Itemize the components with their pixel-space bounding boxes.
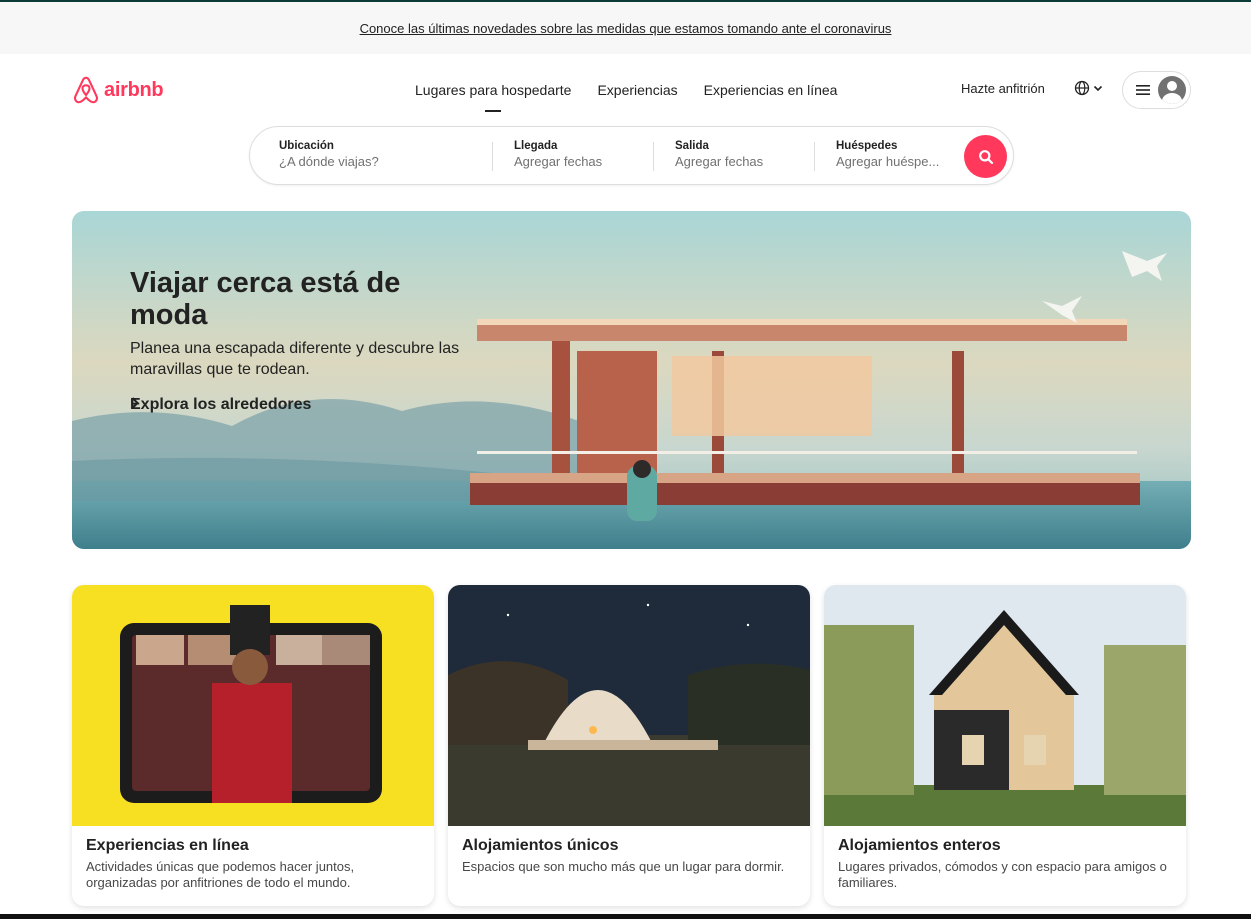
card-description: Lugares privados, cómodos y con espacio … bbox=[838, 859, 1167, 890]
explore-nearby-link[interactable]: Explora los alrededores bbox=[130, 396, 311, 414]
hamburger-icon bbox=[1136, 85, 1150, 95]
card-description: Espacios que son mucho más que un lugar … bbox=[462, 859, 785, 874]
search-icon bbox=[978, 149, 993, 164]
hero-subtitle: Planea una escapada diferente y descubre… bbox=[130, 340, 460, 378]
checkout-field[interactable]: Salida Agregar fechas bbox=[675, 127, 815, 186]
airbnb-logo[interactable]: airbnb bbox=[72, 75, 164, 105]
tab-stays[interactable]: Lugares para hospedarte bbox=[402, 76, 584, 104]
location-input[interactable]: ¿A dónde viajas? bbox=[279, 154, 489, 169]
tab-experiences[interactable]: Experiencias bbox=[584, 76, 690, 104]
header: airbnb Lugares para hospedarte Experienc… bbox=[0, 54, 1251, 126]
airbnb-logo-icon bbox=[73, 76, 99, 104]
card-title: Experiencias en línea bbox=[86, 837, 249, 854]
card-entire-homes[interactable]: Alojamientos enteros Lugares privados, c… bbox=[824, 585, 1186, 906]
guests-value: Agregar huéspe... bbox=[836, 154, 940, 169]
card-title: Alojamientos enteros bbox=[838, 837, 1001, 854]
tab-online-experiences[interactable]: Experiencias en línea bbox=[691, 76, 851, 104]
checkin-value: Agregar fechas bbox=[514, 154, 603, 169]
divider bbox=[814, 142, 815, 171]
language-selector[interactable] bbox=[1074, 80, 1103, 96]
location-label: Ubicación bbox=[279, 140, 334, 152]
guests-label: Huéspedes bbox=[836, 140, 898, 152]
main-nav: Lugares para hospedarte Experiencias Exp… bbox=[402, 76, 850, 104]
checkin-field[interactable]: Llegada Agregar fechas bbox=[514, 127, 654, 186]
covid-banner: Conoce las últimas novedades sobre las m… bbox=[0, 2, 1251, 54]
checkout-label: Salida bbox=[675, 140, 709, 152]
location-field[interactable]: Ubicación ¿A dónde viajas? bbox=[279, 127, 489, 186]
search-button[interactable] bbox=[964, 135, 1007, 178]
checkout-value: Agregar fechas bbox=[675, 154, 764, 169]
explore-nearby-label: Explora los alrededores bbox=[130, 396, 312, 413]
bottom-edge bbox=[0, 914, 1251, 919]
unique-stays-image bbox=[448, 585, 810, 826]
chevron-down-icon bbox=[1093, 85, 1103, 92]
hero-banner: Viajar cerca está de moda Planea una esc… bbox=[72, 211, 1191, 549]
card-description: Actividades únicas que podemos hacer jun… bbox=[86, 859, 355, 890]
entire-homes-image bbox=[824, 585, 1186, 826]
user-avatar-icon bbox=[1158, 76, 1186, 104]
logo-wordmark: airbnb bbox=[104, 78, 164, 101]
user-menu-button[interactable] bbox=[1122, 71, 1191, 109]
card-title: Alojamientos únicos bbox=[462, 837, 619, 854]
guests-field[interactable]: Huéspedes Agregar huéspe... bbox=[836, 127, 946, 186]
globe-icon bbox=[1074, 80, 1090, 96]
online-experiences-image bbox=[72, 585, 434, 826]
search-bar: Ubicación ¿A dónde viajas? Llegada Agreg… bbox=[249, 126, 1014, 185]
divider bbox=[492, 142, 493, 171]
category-cards: Experiencias en línea Actividades únicas… bbox=[72, 585, 1191, 907]
divider bbox=[653, 142, 654, 171]
card-unique-stays[interactable]: Alojamientos únicos Espacios que son muc… bbox=[448, 585, 810, 906]
chevron-right-icon bbox=[131, 397, 139, 409]
become-host-link[interactable]: Hazte anfitrión bbox=[961, 81, 1045, 96]
checkin-label: Llegada bbox=[514, 140, 558, 152]
hero-illustration bbox=[72, 211, 1191, 549]
hero-title: Viajar cerca está de moda bbox=[130, 267, 401, 331]
covid-update-link[interactable]: Conoce las últimas novedades sobre las m… bbox=[360, 21, 892, 36]
card-online-experiences[interactable]: Experiencias en línea Actividades únicas… bbox=[72, 585, 434, 906]
